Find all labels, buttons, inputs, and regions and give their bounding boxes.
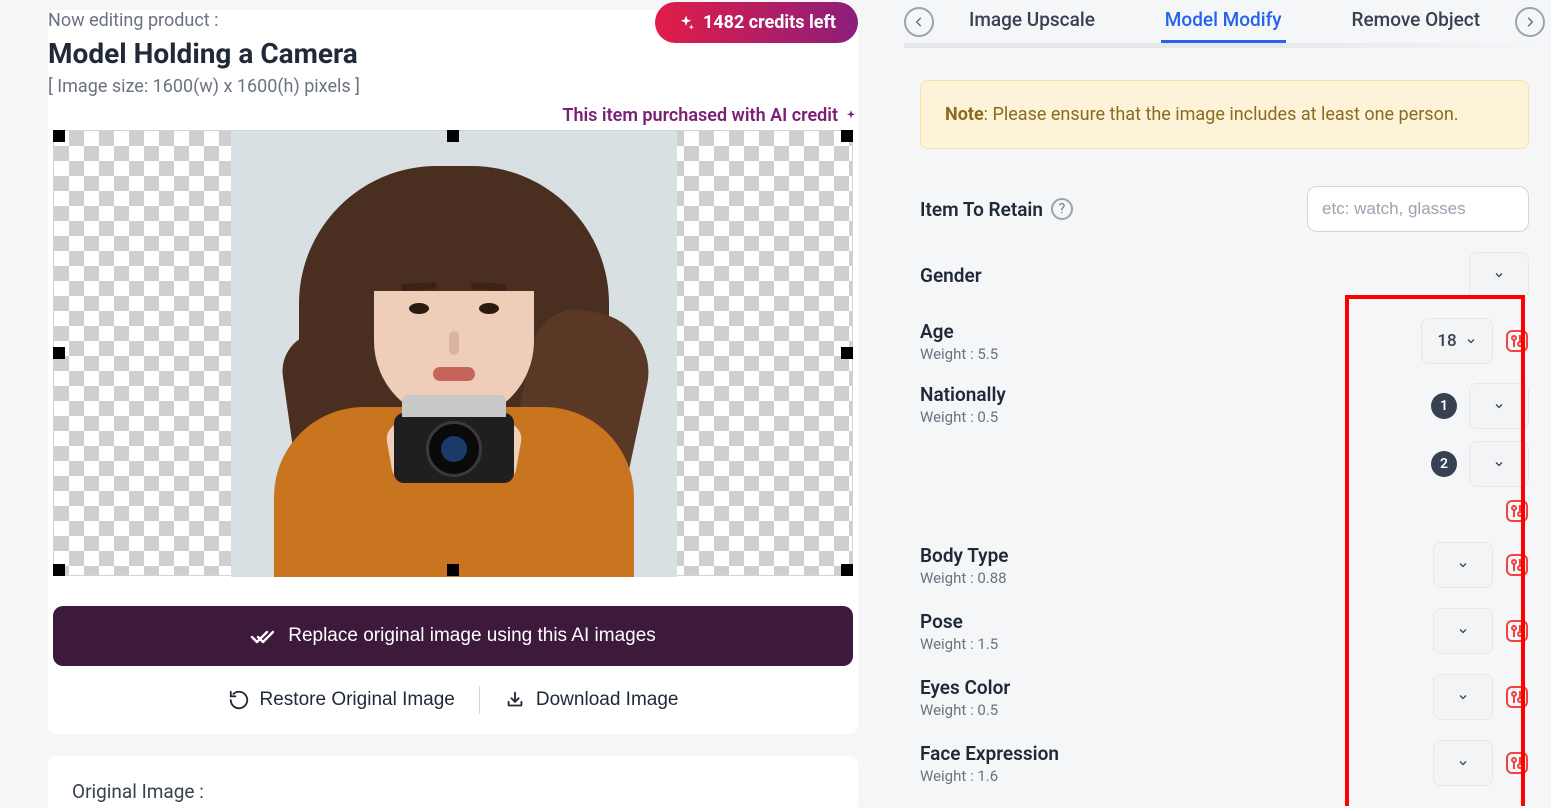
- chevron-down-icon: [1493, 400, 1505, 412]
- nationality-badge-1: 1: [1431, 393, 1457, 419]
- pose-label: Pose: [920, 610, 998, 633]
- crop-handle[interactable]: [447, 564, 459, 576]
- crop-handle[interactable]: [841, 347, 853, 359]
- restore-icon: [228, 689, 250, 711]
- nationality-label: Nationally: [920, 383, 1006, 406]
- chevron-down-icon: [1457, 559, 1469, 571]
- credits-pill[interactable]: 1482 credits left: [655, 2, 858, 43]
- tabs-next-button[interactable]: [1515, 7, 1545, 37]
- nationality-badge-2: 2: [1431, 451, 1457, 477]
- double-check-icon: [250, 624, 274, 648]
- body-select[interactable]: [1433, 542, 1493, 588]
- eyes-weight: Weight : 0.5: [920, 701, 1010, 719]
- body-label: Body Type: [920, 544, 1009, 567]
- pose-weight: Weight : 1.5: [920, 635, 998, 653]
- gender-label: Gender: [920, 264, 982, 287]
- face-select[interactable]: [1433, 740, 1493, 786]
- restore-button[interactable]: Restore Original Image: [228, 689, 455, 711]
- image-size-label: [ Image size: 1600(w) x 1600(h) pixels ]: [48, 76, 360, 97]
- pose-select[interactable]: [1433, 608, 1493, 654]
- nationality-weight: Weight : 0.5: [920, 408, 1006, 426]
- sliders-icon[interactable]: [1505, 751, 1529, 775]
- age-weight: Weight : 5.5: [920, 345, 998, 363]
- product-name: Model Holding a Camera: [48, 37, 360, 70]
- body-weight: Weight : 0.88: [920, 569, 1009, 587]
- retain-input[interactable]: [1307, 186, 1529, 232]
- sliders-icon[interactable]: [1505, 553, 1529, 577]
- chevron-down-icon: [1457, 691, 1469, 703]
- tab-remove-object[interactable]: Remove Object: [1348, 0, 1485, 43]
- crop-handle[interactable]: [841, 564, 853, 576]
- original-image-section: Original Image :: [48, 756, 858, 808]
- tab-model-modify[interactable]: Model Modify: [1161, 0, 1286, 43]
- sparkle-icon: [677, 14, 695, 32]
- tabs-prev-button[interactable]: [904, 7, 934, 37]
- chevron-down-icon: [1465, 335, 1477, 347]
- age-select[interactable]: 18: [1421, 318, 1493, 364]
- now-editing-label: Now editing product :: [48, 10, 360, 31]
- eyes-label: Eyes Color: [920, 676, 1010, 699]
- crop-handle[interactable]: [53, 564, 65, 576]
- sparkle-icon: [844, 109, 858, 123]
- divider: [479, 686, 480, 714]
- crop-handle[interactable]: [841, 130, 853, 142]
- retain-label: Item To Retain: [920, 198, 1043, 221]
- chevron-down-icon: [1457, 757, 1469, 769]
- help-icon[interactable]: ?: [1051, 198, 1073, 220]
- crop-handle[interactable]: [53, 130, 65, 142]
- sliders-icon[interactable]: [1505, 685, 1529, 709]
- crop-handle[interactable]: [447, 130, 459, 142]
- purchased-note: This item purchased with AI credit: [48, 105, 858, 126]
- chevron-down-icon: [1457, 625, 1469, 637]
- sliders-icon[interactable]: [1505, 499, 1529, 523]
- ai-image: [231, 131, 677, 577]
- note-box: Note: Please ensure that the image inclu…: [920, 80, 1529, 149]
- nationality-select-2[interactable]: [1469, 441, 1529, 487]
- download-button[interactable]: Download Image: [504, 689, 679, 711]
- arrow-right-icon: [1523, 15, 1537, 29]
- arrow-left-icon: [912, 15, 926, 29]
- credits-label: 1482 credits left: [703, 12, 836, 33]
- nationality-select-1[interactable]: [1469, 383, 1529, 429]
- chevron-down-icon: [1493, 458, 1505, 470]
- sliders-icon[interactable]: [1505, 329, 1529, 353]
- eyes-select[interactable]: [1433, 674, 1493, 720]
- tab-image-upscale[interactable]: Image Upscale: [965, 0, 1099, 43]
- age-label: Age: [920, 320, 998, 343]
- crop-handle[interactable]: [53, 347, 65, 359]
- face-label: Face Expression: [920, 742, 1059, 765]
- gender-select[interactable]: [1469, 252, 1529, 298]
- image-canvas[interactable]: [53, 130, 853, 576]
- chevron-down-icon: [1493, 269, 1505, 281]
- replace-button[interactable]: Replace original image using this AI ima…: [53, 606, 853, 666]
- face-weight: Weight : 1.6: [920, 767, 1059, 785]
- original-image-label: Original Image :: [72, 780, 204, 803]
- sliders-icon[interactable]: [1505, 619, 1529, 643]
- download-icon: [504, 689, 526, 711]
